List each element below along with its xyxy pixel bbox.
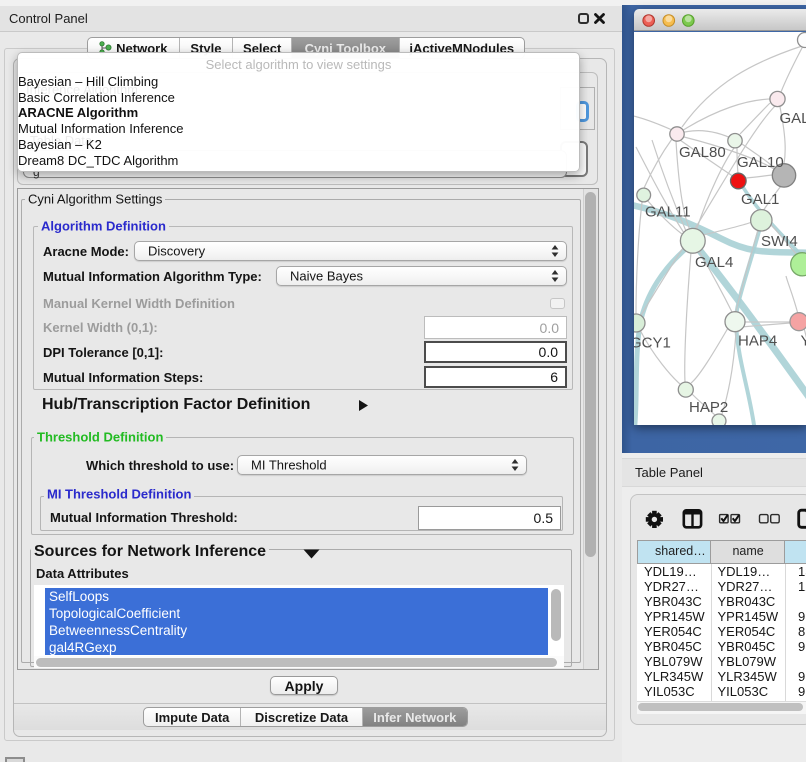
- svg-text:SWI4: SWI4: [761, 233, 798, 250]
- svg-text:HAP2: HAP2: [689, 399, 728, 416]
- svg-text:GAL1: GAL1: [741, 191, 779, 208]
- svg-text:HAP4: HAP4: [738, 333, 777, 350]
- svg-text:GAL4: GAL4: [695, 254, 733, 271]
- svg-text:GAL10: GAL10: [737, 154, 784, 171]
- svg-text:GAL11: GAL11: [645, 204, 691, 221]
- svg-text:GCY1: GCY1: [634, 335, 671, 352]
- svg-text:Y: Y: [801, 333, 806, 350]
- svg-text:GAL80: GAL80: [679, 144, 726, 161]
- svg-text:GAL2: GAL2: [780, 110, 806, 127]
